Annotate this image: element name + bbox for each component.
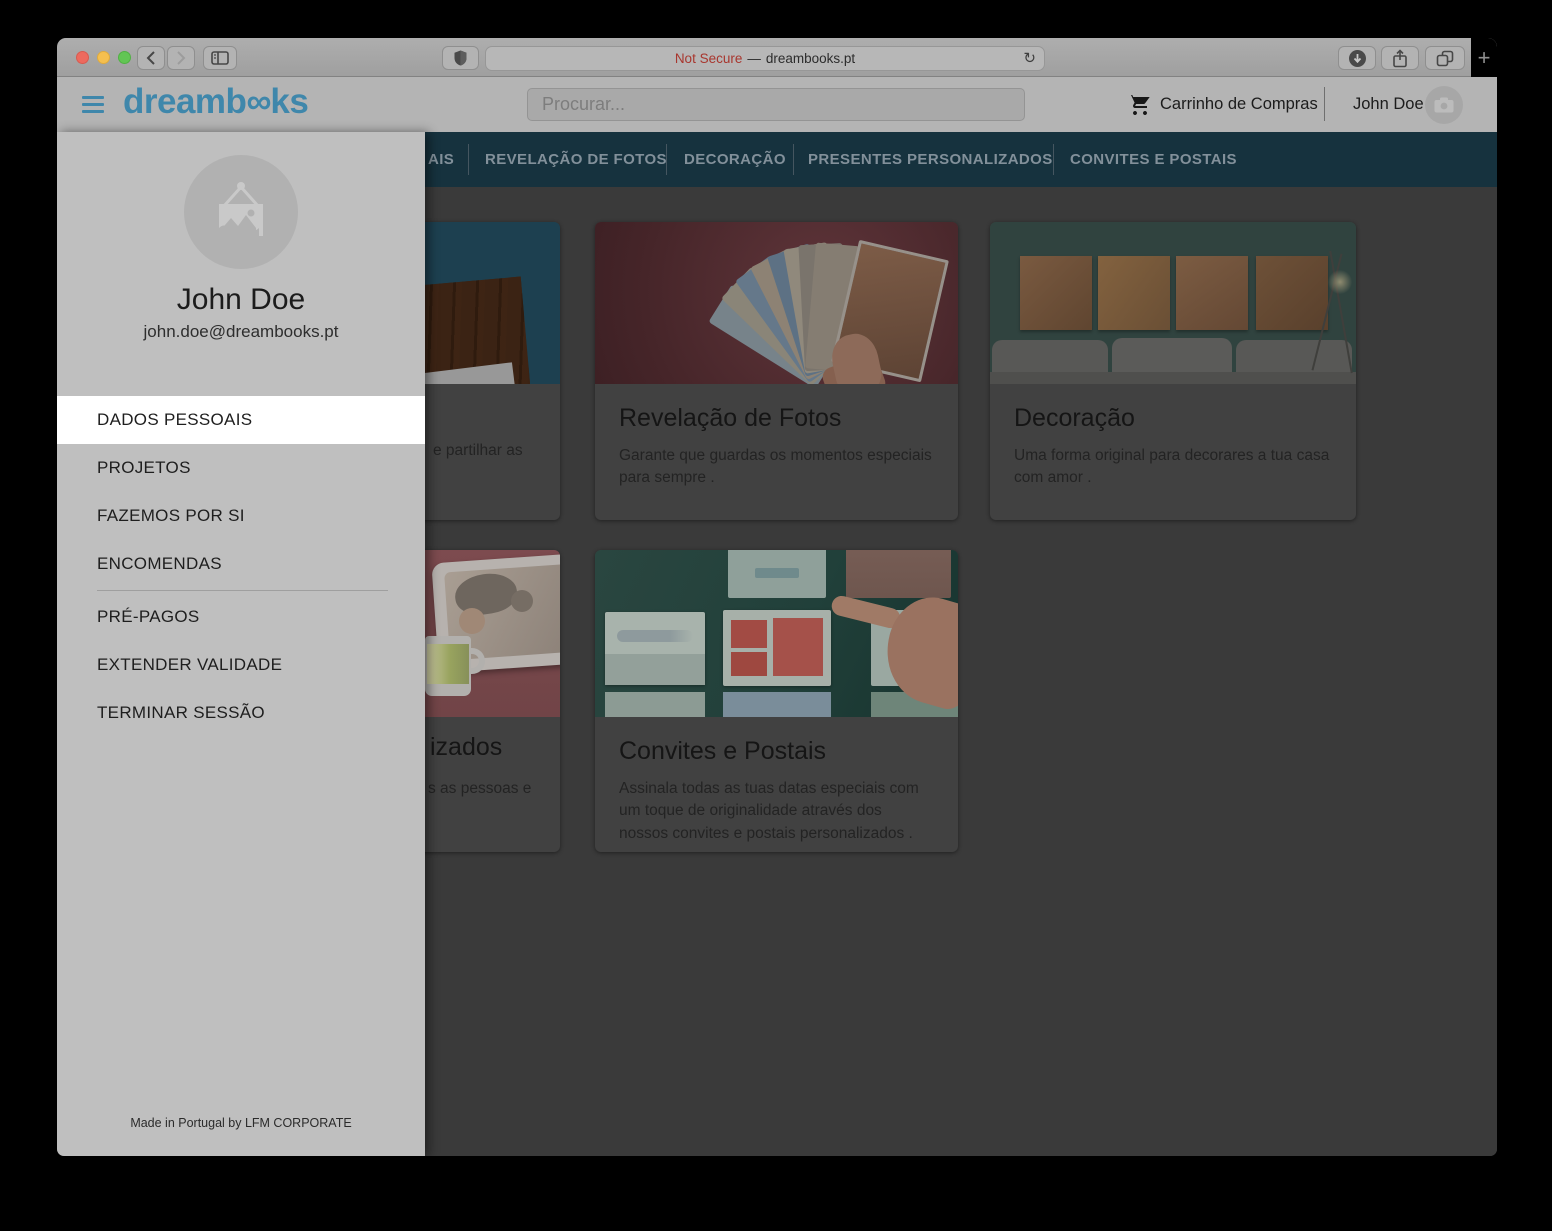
drawer-user-email: john.doe@dreambooks.pt — [57, 322, 425, 342]
desktop-background: Not Secure — dreambooks.pt ↻ — [0, 0, 1552, 1231]
card-title: Revelação de Fotos — [619, 404, 934, 433]
card-decoracao[interactable]: Decoração Uma forma original para decora… — [990, 222, 1356, 520]
not-secure-label: Not Secure — [675, 51, 743, 66]
nav-separator — [1053, 144, 1054, 175]
search-input[interactable] — [527, 88, 1025, 121]
card-revelacao-de-fotos[interactable]: Revelação de Fotos Garante que guardas o… — [595, 222, 958, 520]
back-button[interactable] — [137, 46, 165, 70]
drawer-menu-divider — [97, 590, 388, 591]
card-text: Revelação de Fotos Garante que guardas o… — [595, 384, 958, 490]
tab-overview-button[interactable] — [1425, 46, 1465, 70]
drawer-item-encomendas[interactable]: ENCOMENDAS — [57, 540, 425, 588]
user-avatar[interactable] — [1425, 86, 1463, 124]
card-description: Garante que guardas os momentos especiai… — [619, 445, 934, 490]
address-separator: — — [747, 51, 761, 66]
share-icon — [1392, 49, 1408, 68]
address-bar[interactable]: Not Secure — dreambooks.pt ↻ — [485, 46, 1045, 71]
card-description: Uma forma original para decorares a tua … — [1014, 445, 1332, 490]
card-title-fragment: izados — [430, 733, 502, 762]
user-menu-button[interactable]: John Doe — [1353, 77, 1424, 132]
card-title: Convites e Postais — [619, 737, 934, 766]
shield-icon — [454, 50, 467, 66]
card-text: Decoração Uma forma original para decora… — [990, 384, 1356, 490]
tabs-icon — [1436, 50, 1454, 67]
logo-infinity-oo: ∞ — [246, 82, 270, 121]
forward-button[interactable] — [167, 46, 195, 70]
header-divider — [1324, 87, 1325, 121]
minimize-window-button[interactable] — [97, 51, 110, 64]
nav-separator — [468, 144, 469, 175]
card-text: Convites e Postais Assinala todas as tua… — [595, 717, 958, 845]
nav-item-decoracao[interactable]: DECORAÇÃO — [684, 132, 786, 187]
card-image — [990, 222, 1356, 384]
privacy-report-button[interactable] — [442, 46, 479, 70]
card-image — [595, 222, 958, 384]
site-header: dreamb∞ks Carrinho de Compras John Doe — [57, 77, 1497, 132]
nav-separator — [793, 144, 794, 175]
new-tab-button[interactable]: + — [1471, 38, 1497, 77]
nav-item-partial[interactable]: AIS — [428, 132, 454, 187]
site-logo[interactable]: dreamb∞ks — [123, 82, 308, 122]
chevron-left-icon — [146, 51, 156, 65]
drawer-item-pre-pagos[interactable]: PRÉ-PAGOS — [57, 593, 425, 641]
account-drawer: John Doe john.doe@dreambooks.pt DADOS PE… — [57, 132, 425, 1156]
download-icon — [1348, 49, 1367, 68]
drawer-item-extender-validade[interactable]: EXTENDER VALIDADE — [57, 641, 425, 689]
camera-icon — [1434, 97, 1454, 113]
drawer-item-dados-pessoais[interactable]: DADOS PESSOAIS — [57, 396, 425, 444]
drawer-item-fazemos-por-si[interactable]: FAZEMOS POR SI — [57, 492, 425, 540]
drawer-menu: DADOS PESSOAIS PROJETOS FAZEMOS POR SI E… — [57, 396, 425, 737]
cart-button[interactable]: Carrinho de Compras — [1128, 77, 1318, 132]
sidebar-toggle-button[interactable] — [203, 46, 237, 70]
drawer-avatar — [184, 155, 298, 269]
nav-item-revelacao-de-fotos[interactable]: REVELAÇÃO DE FOTOS — [485, 132, 667, 187]
drawer-footer-text: Made in Portugal by LFM CORPORATE — [57, 1116, 425, 1130]
reload-icon[interactable]: ↻ — [1023, 49, 1036, 67]
sidebar-icon — [211, 51, 229, 65]
nav-item-convites-e-postais[interactable]: CONVITES E POSTAIS — [1070, 132, 1237, 187]
browser-titlebar: Not Secure — dreambooks.pt ↻ — [57, 38, 1497, 77]
address-url: dreambooks.pt — [766, 51, 855, 66]
drawer-item-terminar-sessao[interactable]: TERMINAR SESSÃO — [57, 689, 425, 737]
chevron-right-icon — [176, 51, 186, 65]
picture-frame-icon — [205, 179, 277, 245]
downloads-button[interactable] — [1338, 46, 1376, 70]
card-convites-e-postais[interactable]: Convites e Postais Assinala todas as tua… — [595, 550, 958, 852]
browser-window: Not Secure — dreambooks.pt ↻ — [57, 38, 1497, 1156]
cart-icon — [1128, 93, 1152, 117]
nav-item-presentes-personalizados[interactable]: PRESENTES PERSONALIZADOS — [808, 132, 1053, 187]
nav-separator — [666, 144, 667, 175]
drawer-user-name: John Doe — [57, 283, 425, 317]
card-description-fragment: s as pessoas e — [428, 778, 531, 800]
close-window-button[interactable] — [76, 51, 89, 64]
card-title: Decoração — [1014, 404, 1332, 433]
card-description: Assinala todas as tuas datas especiais c… — [619, 778, 934, 845]
cart-label: Carrinho de Compras — [1160, 95, 1318, 114]
zoom-window-button[interactable] — [118, 51, 131, 64]
card-image — [595, 550, 958, 717]
drawer-item-projetos[interactable]: PROJETOS — [57, 444, 425, 492]
share-button[interactable] — [1381, 46, 1419, 70]
card-description-fragment: e partilhar as — [433, 440, 523, 462]
menu-icon[interactable] — [82, 96, 104, 113]
